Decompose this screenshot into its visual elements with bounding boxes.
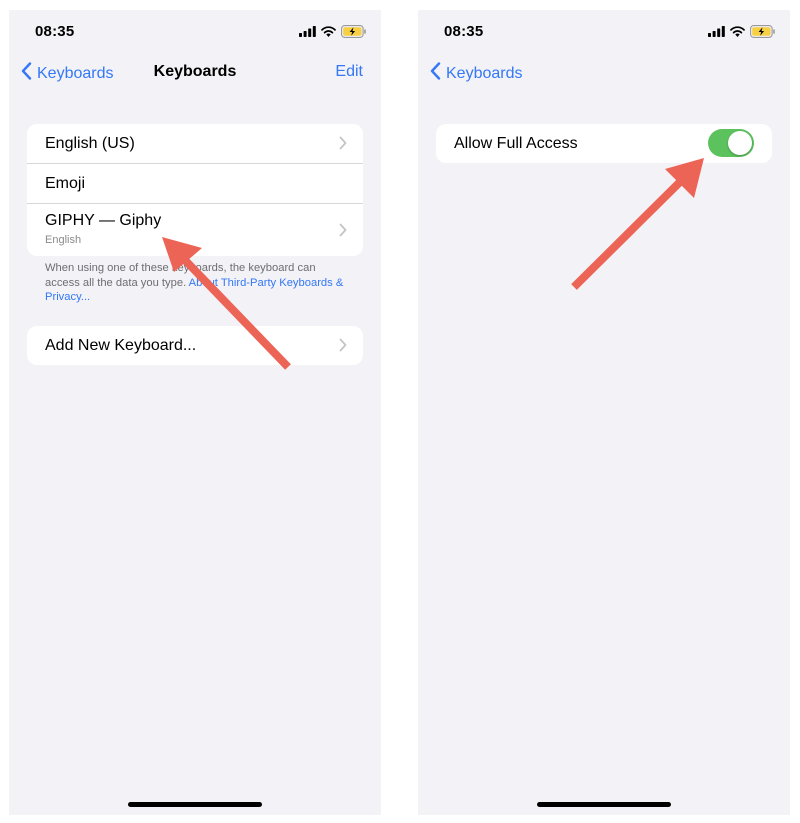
home-indicator <box>128 802 262 807</box>
keyboard-label: English (US) <box>45 135 135 152</box>
status-bar: 08:35 <box>9 10 381 54</box>
allow-full-access-row: Allow Full Access <box>436 124 772 163</box>
keyboards-footer-note: When using one of these keyboards, the k… <box>45 261 347 305</box>
keyboard-row-emoji[interactable]: Emoji <box>27 164 363 204</box>
keyboard-label: Emoji <box>45 175 86 192</box>
battery-charging-icon <box>750 24 776 38</box>
right-screen: 08:35 Keyboards Allow Full Access <box>418 10 790 815</box>
edit-button[interactable]: Edit <box>335 63 363 81</box>
navigation-bar: Keyboards Keyboards Edit <box>9 60 381 86</box>
allow-full-access-toggle[interactable] <box>708 129 754 157</box>
keyboard-language: English <box>45 234 82 246</box>
add-new-keyboard-label: Add New Keyboard... <box>45 337 197 354</box>
chevron-right-icon <box>339 136 347 155</box>
wifi-icon <box>321 25 336 37</box>
status-time: 08:35 <box>444 23 484 40</box>
wifi-icon <box>730 25 745 37</box>
full-access-group: Allow Full Access <box>436 124 772 163</box>
add-new-keyboard-row[interactable]: Add New Keyboard... <box>27 326 363 365</box>
status-icons <box>299 24 367 38</box>
chevron-right-icon <box>339 223 347 242</box>
navigation-bar: Keyboards <box>418 60 790 86</box>
battery-charging-icon <box>341 24 367 38</box>
toggle-knob <box>728 131 752 155</box>
chevron-left-icon <box>430 62 441 85</box>
keyboards-list: English (US) Emoji GIPHY — Giphy English <box>27 124 363 256</box>
keyboard-row-giphy[interactable]: GIPHY — Giphy English <box>27 204 363 256</box>
keyboard-label: GIPHY — Giphy <box>45 212 162 229</box>
home-indicator <box>537 802 671 807</box>
allow-full-access-label: Allow Full Access <box>454 135 578 152</box>
chevron-right-icon <box>339 338 347 357</box>
add-keyboard-group: Add New Keyboard... <box>27 326 363 365</box>
page-title: Keyboards <box>153 63 237 80</box>
back-button-label: Keyboards <box>446 64 523 82</box>
cellular-signal-icon <box>299 25 316 37</box>
status-bar: 08:35 <box>418 10 790 54</box>
back-button[interactable]: Keyboards <box>430 62 523 85</box>
cellular-signal-icon <box>708 25 725 37</box>
keyboard-row-english[interactable]: English (US) <box>27 124 363 164</box>
status-time: 08:35 <box>35 23 75 40</box>
status-icons <box>708 24 776 38</box>
left-screen: 08:35 Keyboards Keyboards Edit English (… <box>9 10 381 815</box>
